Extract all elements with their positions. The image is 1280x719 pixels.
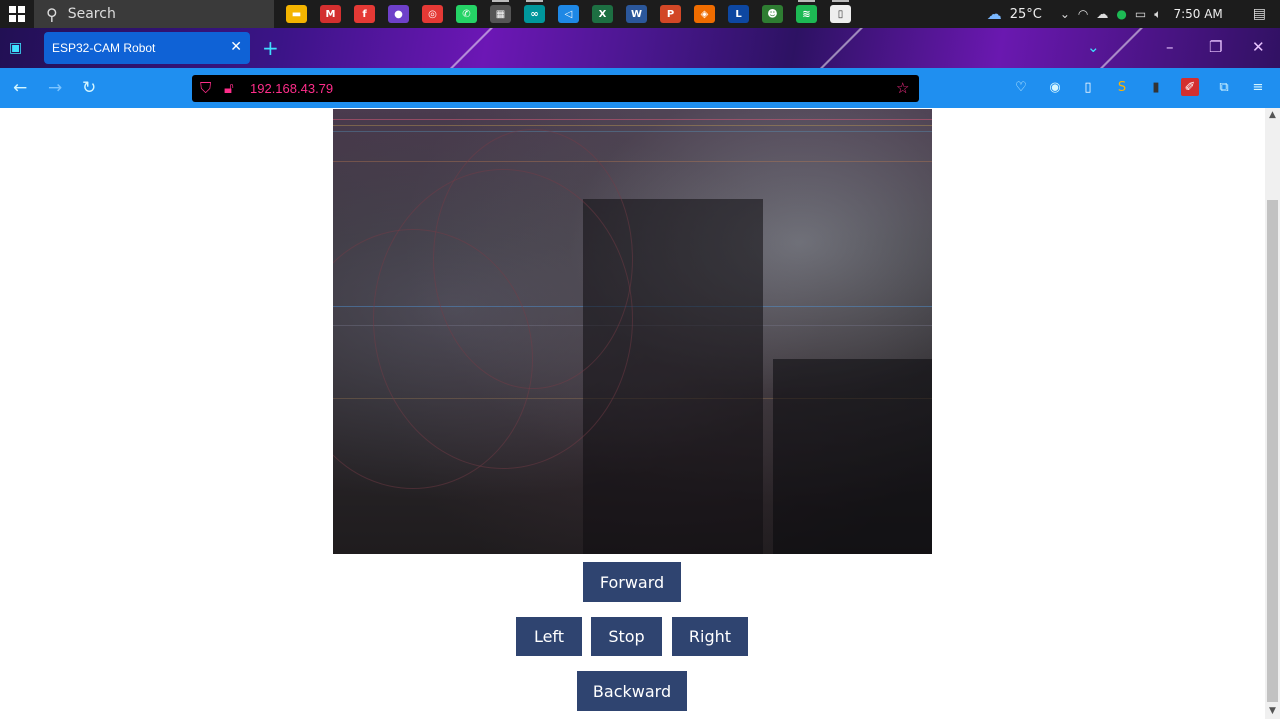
wifi-icon[interactable]: ◠ [1078,7,1088,21]
minimize-icon[interactable]: – [1166,38,1174,56]
close-tab-icon[interactable]: ✕ [230,38,242,55]
right-button[interactable]: Right [672,617,748,656]
system-tray: ☁ 25°C ⌄ ◠ ☁ ● ▭ 🔈︎ 7:50 AM ▤ [987,0,1280,28]
chrome-icon[interactable]: ◎ [422,5,443,23]
extension-doc-icon[interactable]: ▮ [1147,78,1165,96]
extension-s-icon[interactable]: S [1113,78,1131,96]
forward-button[interactable]: Forward [583,562,681,602]
bookmark-star-icon[interactable]: ☆ [896,79,909,97]
backward-button[interactable]: Backward [577,671,687,711]
scroll-thumb[interactable] [1267,200,1278,702]
clock[interactable]: 7:50 AM [1173,7,1222,21]
tab-title: ESP32-CAM Robot [52,41,156,55]
search-label: Search [67,6,116,22]
stream-artifact [333,161,932,162]
list-all-tabs-icon[interactable]: ⌄ [1087,38,1100,56]
back-icon[interactable]: ← [13,78,27,98]
theme-decoration [1100,28,1143,68]
stream-artifact [333,131,932,132]
tab-list-icon[interactable]: ▣ [9,40,27,56]
vscode-icon[interactable]: ◁ [558,5,579,23]
stream-shadow [773,359,932,554]
theme-decoration [450,28,493,68]
excel-icon[interactable]: X [592,5,613,23]
whatsapp-icon[interactable]: ✆ [456,5,477,23]
theme-decoration [820,28,863,68]
notifications-icon[interactable]: ▤ [1253,6,1266,22]
stream-artifact [333,119,932,120]
left-button[interactable]: Left [516,617,582,656]
account-icon[interactable]: ◉ [1046,78,1064,96]
weather-temp[interactable]: 25°C [1010,7,1042,22]
extensions-icon[interactable]: ⧉ [1215,78,1233,96]
url-text[interactable]: 192.168.43.79 [250,81,333,96]
windows-start-icon[interactable] [0,0,34,28]
stream-artifact [333,125,932,126]
tab-bar: ▣ ESP32-CAM Robot ✕ + ⌄ – ❐ ✕ [0,28,1280,68]
mega-icon[interactable]: M [320,5,341,23]
onedrive-icon[interactable]: ☁ [1096,7,1108,21]
arduino-icon[interactable]: ∞ [524,0,545,23]
scroll-down-icon[interactable]: ▼ [1267,706,1278,717]
pocket-icon[interactable]: ♡ [1012,78,1030,96]
restore-icon[interactable]: ❐ [1209,38,1222,56]
taskbar-search[interactable]: ⚲ Search [34,0,274,28]
insecure-lock-icon[interactable]: 🔓︎ [224,79,234,97]
page-scrollbar[interactable]: ▲ ▼ [1265,108,1280,719]
tab-active[interactable]: ESP32-CAM Robot ✕ [44,32,250,64]
menu-icon[interactable]: ≡ [1249,78,1267,96]
weather-icon[interactable]: ☁ [987,5,1002,23]
file-explorer-icon[interactable]: ▬ [286,5,307,23]
shield-icon[interactable]: ⛉ [200,79,211,97]
foxit-icon[interactable]: f [354,5,375,23]
powerpoint-icon[interactable]: P [660,5,681,23]
word-icon[interactable]: W [626,5,647,23]
extension-pdf-icon[interactable]: ✐ [1181,78,1199,96]
volume-icon[interactable]: 🔈︎ [1154,7,1161,22]
app-green-icon[interactable]: ☻ [762,5,783,23]
new-tab-icon[interactable]: + [262,36,279,60]
search-icon: ⚲ [46,4,58,24]
battery-icon[interactable]: ▭ [1135,7,1146,21]
forward-icon[interactable]: → [48,78,62,98]
app-orange-icon[interactable]: ◈ [694,5,715,23]
page-content: Forward Left Stop Right Backward [0,108,1265,719]
github-icon[interactable]: ● [388,5,409,23]
reader-icon[interactable]: ▯ [1079,78,1097,96]
reload-icon[interactable]: ↻ [82,78,96,98]
taskbar: ⚲ Search ▬ Mf ● ◎ ✆ ▦ ∞ ◁ X W P ◈ L ☻ ≋ ▯ ☁ 25°C ⌄ ◠ ☁ … [0,0,1280,28]
close-window-icon[interactable]: ✕ [1252,38,1265,56]
camera-stream [333,109,932,554]
chevron-up-icon[interactable]: ⌄ [1060,7,1070,21]
scroll-up-icon[interactable]: ▲ [1267,110,1278,121]
taskbar-apps: ▬ Mf ● ◎ ✆ ▦ ∞ ◁ X W P ◈ L ☻ ≋ ▯ [286,0,851,23]
notepad-icon[interactable]: ▯ [830,0,851,23]
spotify-icon[interactable]: ≋ [796,0,817,23]
clapper-icon[interactable]: ▦ [490,0,511,23]
app-l-icon[interactable]: L [728,5,749,23]
stop-button[interactable]: Stop [591,617,662,656]
spotify-tray-icon[interactable]: ● [1116,7,1126,21]
url-bar[interactable]: ⛉ 🔓︎ 192.168.43.79 ☆ [192,75,919,102]
